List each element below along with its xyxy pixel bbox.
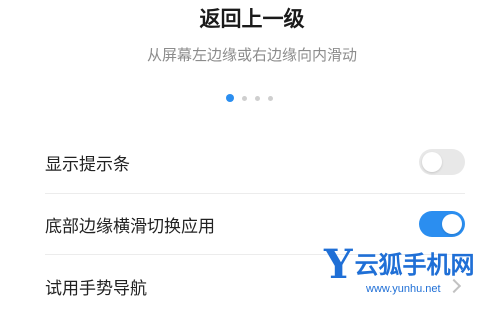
- page-subtitle: 从屏幕左边缘或右边缘向内滑动: [146, 46, 357, 64]
- show-hint-bar-toggle[interactable]: [419, 149, 465, 175]
- setting-label: 试用手势导航: [45, 278, 147, 299]
- bottom-swipe-switch-toggle[interactable]: [419, 211, 465, 237]
- watermark-y-icon: Y: [324, 241, 353, 288]
- setting-label: 底部边缘横滑切换应用: [45, 216, 215, 237]
- toggle-knob: [442, 214, 462, 234]
- page-title: 返回上一级: [199, 7, 305, 31]
- page-indicator: [226, 94, 273, 102]
- watermark-url: www.yunhu.net: [366, 283, 441, 295]
- page-dot: [255, 95, 260, 101]
- page-dot: [268, 95, 273, 101]
- setting-label: 显示提示条: [45, 154, 130, 175]
- watermark-logo: Y 云狐手机网: [324, 243, 475, 287]
- watermark-text: 云狐手机网: [354, 251, 475, 279]
- page-dot-active: [226, 94, 234, 102]
- page-dot: [242, 95, 247, 101]
- setting-row-show-hint-bar[interactable]: 显示提示条: [45, 132, 465, 192]
- toggle-knob: [422, 152, 442, 172]
